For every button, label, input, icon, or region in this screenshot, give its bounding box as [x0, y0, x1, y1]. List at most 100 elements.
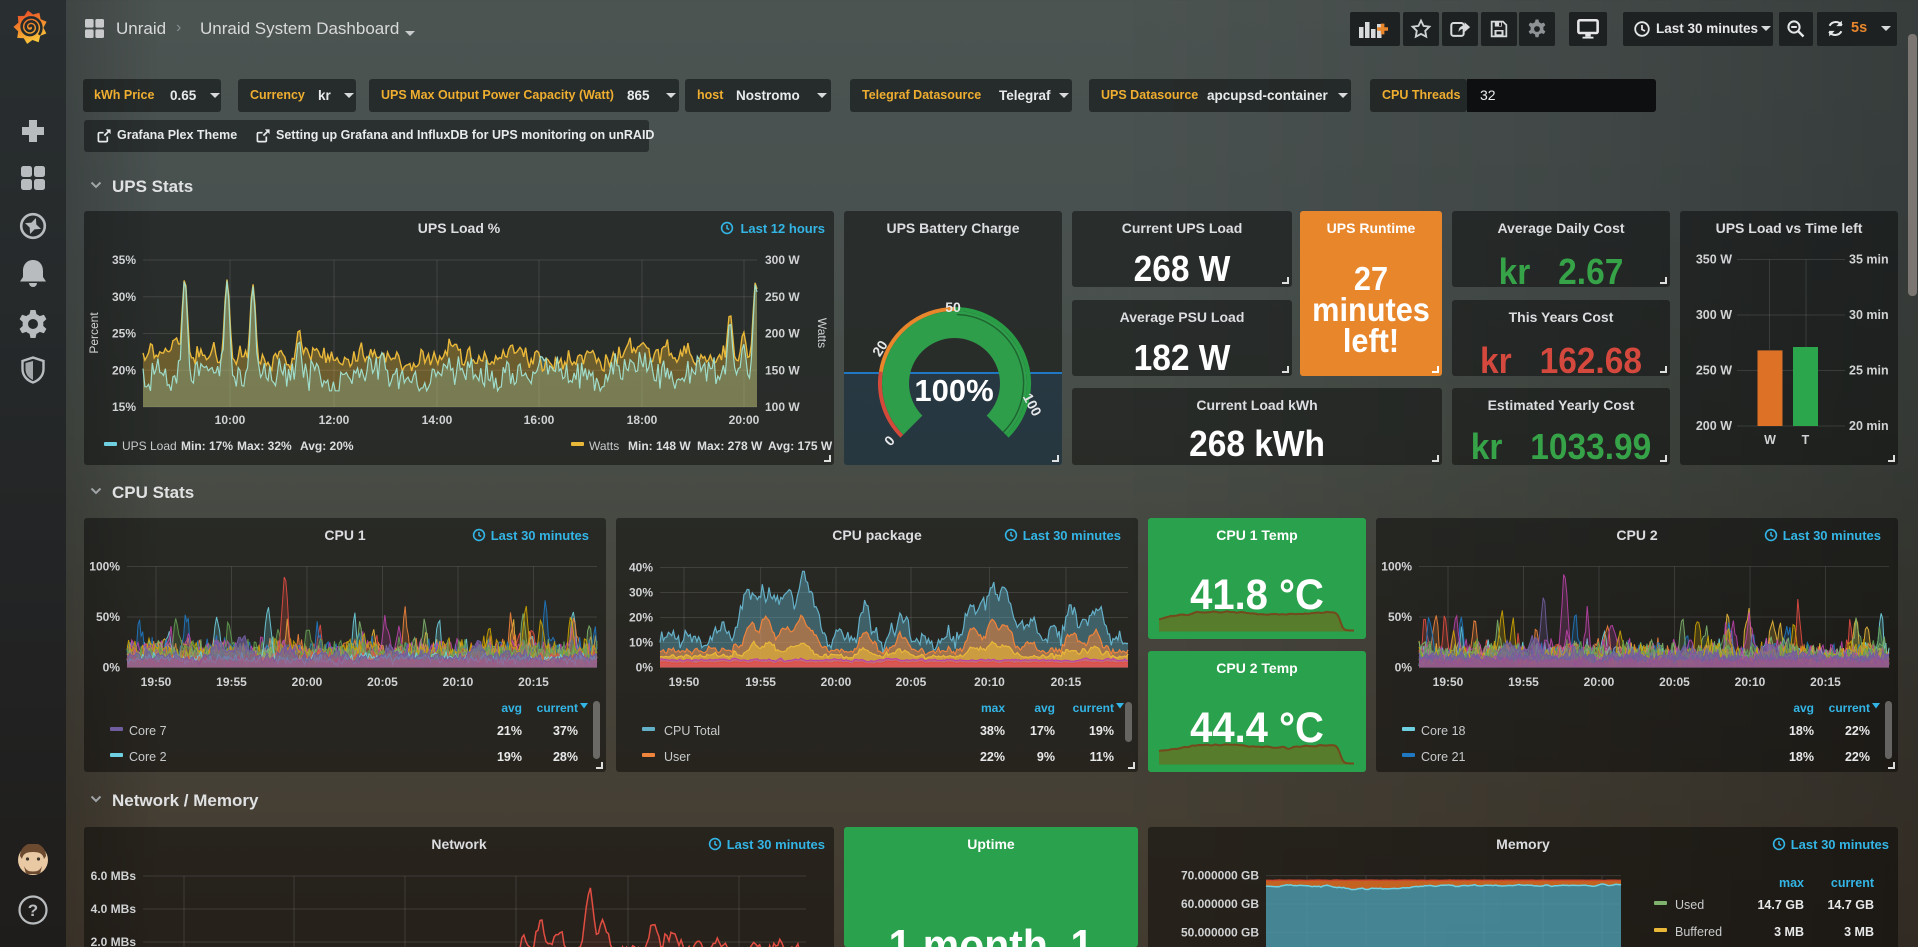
svg-text:19%: 19% [497, 750, 522, 764]
svg-text:avg: avg [1793, 701, 1814, 715]
svg-text:19:55: 19:55 [1508, 675, 1539, 689]
svg-text:Core 7: Core 7 [129, 724, 167, 738]
svg-text:current: current [1829, 701, 1870, 715]
svg-text:20:10: 20:10 [443, 675, 474, 689]
svg-text:20:05: 20:05 [896, 675, 927, 689]
svg-text:CPU 2: CPU 2 [1616, 527, 1657, 543]
svg-text:100%: 100% [89, 560, 120, 574]
svg-text:100%: 100% [1381, 560, 1412, 574]
svg-text:20:10: 20:10 [1735, 675, 1766, 689]
svg-text:250 W: 250 W [1696, 364, 1732, 378]
svg-text:50: 50 [945, 299, 961, 315]
svg-text:current: current [537, 701, 578, 715]
svg-text:50%: 50% [1388, 610, 1412, 624]
svg-text:current: current [1831, 876, 1875, 890]
svg-text:10:00: 10:00 [215, 413, 246, 427]
svg-text:Last 12 hours: Last 12 hours [740, 221, 825, 236]
svg-text:19:50: 19:50 [1433, 675, 1464, 689]
svg-text:W: W [1764, 433, 1776, 447]
svg-text:50.000000 GB: 50.000000 GB [1181, 925, 1259, 939]
svg-text:18%: 18% [1789, 750, 1814, 764]
svg-text:UPS Load: UPS Load [122, 439, 177, 453]
svg-text:20%: 20% [629, 611, 653, 625]
svg-text:22%: 22% [1845, 724, 1870, 738]
svg-text:20%: 20% [112, 363, 136, 377]
svg-text:25 min: 25 min [1849, 364, 1889, 378]
svg-text:Last 30 minutes: Last 30 minutes [491, 528, 589, 543]
svg-text:Watts: Watts [815, 318, 829, 348]
svg-text:300 W: 300 W [1696, 308, 1732, 322]
svg-text:?: ? [28, 901, 38, 920]
svg-text:100 W: 100 W [765, 400, 800, 414]
svg-text:0%: 0% [636, 661, 654, 675]
svg-text:Max: 32%: Max: 32% [237, 439, 292, 453]
svg-text:Core 18: Core 18 [1421, 724, 1466, 738]
svg-text:Core 2: Core 2 [129, 750, 167, 764]
svg-text:Used: Used [1675, 898, 1704, 912]
svg-text:3 MB: 3 MB [1844, 925, 1874, 939]
svg-text:35 min: 35 min [1849, 253, 1889, 267]
svg-text:20:00: 20:00 [292, 675, 323, 689]
svg-text:20:10: 20:10 [974, 675, 1005, 689]
svg-text:Last 30 minutes: Last 30 minutes [727, 837, 825, 852]
svg-text:11%: 11% [1090, 750, 1114, 764]
svg-text:current: current [1073, 701, 1114, 715]
svg-text:Percent: Percent [87, 312, 101, 354]
svg-text:UPS Load %: UPS Load % [418, 220, 501, 236]
svg-text:max: max [981, 701, 1005, 715]
svg-text:avg: avg [501, 701, 522, 715]
svg-text:60.000000 GB: 60.000000 GB [1181, 897, 1259, 911]
svg-text:30 min: 30 min [1849, 308, 1889, 322]
svg-text:Min: 148 W: Min: 148 W [628, 439, 691, 453]
svg-text:4.0 MBs: 4.0 MBs [91, 902, 137, 916]
svg-text:19:55: 19:55 [216, 675, 247, 689]
svg-text:T: T [1802, 433, 1810, 447]
svg-text:16:00: 16:00 [524, 413, 555, 427]
svg-text:20 min: 20 min [1849, 419, 1889, 433]
svg-text:20:00: 20:00 [821, 675, 852, 689]
svg-text:CPU Total: CPU Total [664, 724, 720, 738]
svg-text:200 W: 200 W [765, 327, 800, 341]
svg-text:200 W: 200 W [1696, 419, 1732, 433]
svg-text:12:00: 12:00 [319, 413, 350, 427]
svg-text:20:05: 20:05 [1659, 675, 1690, 689]
svg-text:Last 30 minutes: Last 30 minutes [1023, 528, 1121, 543]
svg-text:40%: 40% [629, 561, 653, 575]
svg-text:UPS Battery Charge: UPS Battery Charge [886, 220, 1019, 236]
svg-text:21%: 21% [497, 724, 522, 738]
svg-text:50%: 50% [96, 610, 120, 624]
svg-text:20:15: 20:15 [518, 675, 549, 689]
svg-text:100%: 100% [914, 373, 993, 408]
svg-text:14:00: 14:00 [422, 413, 453, 427]
svg-text:19:50: 19:50 [669, 675, 700, 689]
svg-text:10%: 10% [629, 636, 653, 650]
svg-text:22%: 22% [1845, 750, 1870, 764]
svg-text:350 W: 350 W [1696, 253, 1732, 267]
svg-text:30%: 30% [629, 586, 653, 600]
svg-text:22%: 22% [980, 750, 1005, 764]
svg-text:20:05: 20:05 [367, 675, 398, 689]
svg-text:Min: 17%: Min: 17% [181, 439, 233, 453]
svg-text:14.7 GB: 14.7 GB [1827, 898, 1874, 912]
svg-text:2.0 MBs: 2.0 MBs [91, 935, 137, 947]
svg-text:Avg: 175 W: Avg: 175 W [768, 439, 833, 453]
svg-text:max: max [1779, 876, 1804, 890]
svg-text:9%: 9% [1037, 750, 1055, 764]
svg-text:Buffered: Buffered [1675, 925, 1722, 939]
svg-text:avg: avg [1034, 701, 1055, 715]
svg-text:0%: 0% [1395, 661, 1413, 675]
svg-text:19:55: 19:55 [745, 675, 776, 689]
svg-text:UPS Load vs Time left: UPS Load vs Time left [1716, 220, 1863, 236]
svg-text:3 MB: 3 MB [1774, 925, 1804, 939]
svg-text:Last 30 minutes: Last 30 minutes [1791, 837, 1889, 852]
svg-text:19%: 19% [1089, 724, 1114, 738]
svg-text:25%: 25% [112, 327, 136, 341]
svg-text:Core 21: Core 21 [1421, 750, 1466, 764]
svg-text:28%: 28% [553, 750, 578, 764]
svg-text:CPU 1: CPU 1 [324, 527, 365, 543]
svg-text:Network: Network [431, 836, 486, 852]
svg-text:18:00: 18:00 [627, 413, 658, 427]
svg-text:19:50: 19:50 [141, 675, 172, 689]
svg-text:Avg: 20%: Avg: 20% [300, 439, 354, 453]
svg-text:20:00: 20:00 [1584, 675, 1615, 689]
